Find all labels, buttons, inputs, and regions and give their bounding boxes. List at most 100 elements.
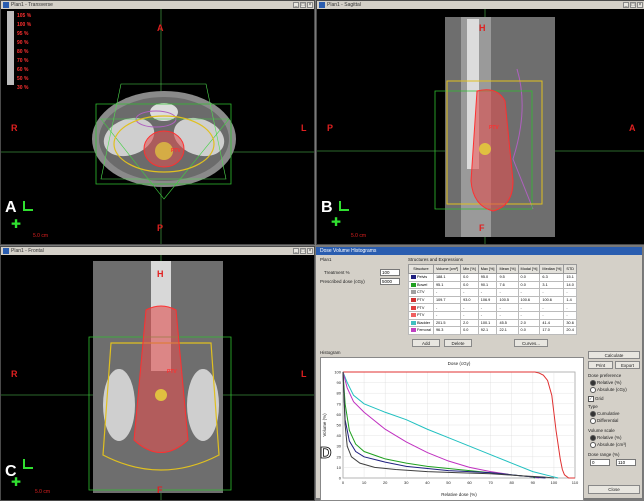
table-row[interactable]: PTV - - - - - - -	[408, 310, 578, 320]
structure-name: CTV	[417, 290, 425, 295]
volume-relative-option[interactable]: Relative (%)	[590, 435, 622, 441]
curves-button[interactable]: Curves...	[514, 339, 548, 347]
table-cell: 100.6	[539, 295, 565, 305]
volume-absolute-option[interactable]: Absolute (cm³)	[590, 442, 626, 448]
patient-orientation-icon: ✚	[11, 217, 22, 231]
transverse-titlebar[interactable]: Plan1 - Transverse _ □ ×	[1, 1, 314, 9]
table-row[interactable]: Bowel 95.1 0.0 90.1 7.6 0.0 3.1 14.0	[408, 280, 578, 290]
table-row[interactable]: PTV - - - - - - -	[408, 303, 578, 312]
close-button[interactable]: Close	[588, 485, 640, 494]
option-label: Absolute (cm³)	[597, 442, 627, 448]
frontal-titlebar[interactable]: Plan1 - Frontal _ □ ×	[1, 247, 314, 255]
isodose-legend-item: 80 %	[17, 49, 29, 55]
table-cell: -	[517, 303, 541, 312]
option-label: Cumulative	[597, 411, 620, 417]
table-row[interactable]: Femoral 96.3 0.0 92.1 22.1 0.0 17.0 20.4	[408, 326, 578, 335]
plan-label: Plan1	[320, 257, 332, 262]
treatment-input[interactable]: 100	[380, 269, 400, 276]
structure-color-swatch	[411, 313, 416, 318]
orientation-head: H	[479, 23, 486, 33]
table-cell: -	[563, 310, 578, 320]
column-header[interactable]: Modal [%]	[517, 264, 541, 274]
scale-label: 5.0 cm	[33, 233, 49, 239]
structure-color-swatch	[411, 298, 416, 303]
dose-absolute-option[interactable]: Absolute (cGy)	[590, 387, 627, 393]
dose-relative-option[interactable]: Relative (%)	[590, 380, 622, 386]
table-row[interactable]: CTV - - - - - - -	[408, 288, 578, 297]
close-icon[interactable]: ×	[637, 2, 643, 8]
print-button[interactable]: Print	[588, 361, 613, 369]
column-header[interactable]: Max [%]	[477, 264, 498, 274]
range-from-input[interactable]: 0	[590, 459, 610, 466]
x-tick-label: 90	[531, 480, 536, 485]
frontal-view[interactable]: Plan1 - Frontal _ □ × H F R L PTV C ✚ 5.0 …	[0, 246, 315, 501]
column-header[interactable]: Structure	[408, 264, 434, 274]
table-row[interactable]: PTV 109.7 93.0 106.9 100.5 100.6 100.6 1.4	[408, 295, 578, 305]
panel-letter-a: A	[5, 199, 17, 216]
dvh-chart[interactable]: 0 10 20 30 40 50 60 70 80 90 100 110010203040506070…	[320, 357, 584, 501]
grid-checkbox[interactable]: ✓ Grid	[588, 396, 604, 402]
table-cell: 92.1	[477, 326, 498, 335]
x-tick-label: 100	[551, 480, 558, 485]
transverse-title: Plan1 - Transverse	[11, 2, 53, 8]
minimize-icon[interactable]: _	[623, 2, 629, 8]
column-header[interactable]: Median [%]	[539, 264, 565, 274]
table-cell: 41.4	[539, 318, 565, 328]
column-header[interactable]: STD	[563, 264, 578, 274]
dvh-titlebar[interactable]: Dose Volume Histograms	[316, 247, 642, 255]
table-cell: 100.1	[477, 318, 498, 328]
table-cell: 20.4	[563, 326, 578, 335]
sagittal-view[interactable]: Plan1 - Sagittal _ □ × H F P A PTV B ✚ 5.0…	[316, 0, 644, 245]
type-label: Type	[588, 404, 598, 409]
maximize-icon[interactable]: □	[300, 2, 306, 8]
table-cell: 109.7	[432, 295, 462, 305]
close-icon[interactable]: ×	[307, 248, 313, 254]
add-button[interactable]: Add	[412, 339, 440, 347]
option-label: Relative (%)	[597, 435, 622, 441]
table-row[interactable]: Bladder 201.5 2.0 100.1 45.5 2.0 41.4 30.6	[408, 318, 578, 328]
type-cumulative-option[interactable]: Cumulative	[590, 411, 620, 417]
table-cell: -	[460, 303, 479, 312]
table-cell: 14.0	[563, 280, 578, 290]
table-cell: 100.6	[517, 295, 541, 305]
sagittal-image[interactable]	[317, 9, 644, 244]
export-button[interactable]: Export	[615, 361, 640, 369]
minimize-icon[interactable]: _	[293, 248, 299, 254]
y-tick-label: 60	[337, 412, 342, 417]
close-icon[interactable]: ×	[307, 2, 313, 8]
table-cell: 106.9	[477, 295, 498, 305]
type-differential-option[interactable]: Differential	[590, 418, 618, 424]
calculate-button[interactable]: Calculate	[588, 351, 640, 359]
prescribed-input[interactable]: 5000	[380, 278, 400, 285]
table-cell: Bladder	[408, 318, 434, 328]
table-row[interactable]: Pelvis 188.1 0.0 95.0 9.5 0.0 6.3 15.1	[408, 273, 578, 282]
table-cell: 1.4	[563, 295, 578, 305]
table-cell: PTV	[408, 310, 434, 320]
maximize-icon[interactable]: □	[630, 2, 636, 8]
frontal-image[interactable]	[1, 255, 314, 500]
structures-table: Structure Volume [cm³] Min [%] Max [%] Mean …	[408, 264, 578, 335]
delete-button[interactable]: Delete	[444, 339, 472, 347]
isodose-legend-item: 60 %	[17, 67, 29, 73]
transverse-image[interactable]	[1, 9, 314, 244]
column-header[interactable]: Volume [cm³]	[432, 264, 462, 274]
table-cell: -	[563, 303, 578, 312]
treatment-label: Treatment %	[324, 270, 350, 275]
x-tick-label: 60	[467, 480, 472, 485]
isodose-legend-bar	[7, 11, 14, 85]
isodose-legend-item: 50 %	[17, 76, 29, 82]
window-icon	[319, 2, 325, 8]
sagittal-titlebar[interactable]: Plan1 - Sagittal _ □ ×	[317, 1, 644, 9]
column-header[interactable]: Min [%]	[460, 264, 479, 274]
transverse-view[interactable]: Plan1 - Transverse _ □ × 105 % 100 % 95 % …	[0, 0, 315, 245]
radio-icon	[590, 411, 596, 417]
maximize-icon[interactable]: □	[300, 248, 306, 254]
table-cell: -	[477, 310, 498, 320]
dvh-window[interactable]: Dose Volume Histograms Plan1 Treatment %…	[315, 246, 643, 501]
range-to-input[interactable]: 110	[616, 459, 636, 466]
table-cell: 45.5	[496, 318, 519, 328]
table-cell: Bowel	[408, 280, 434, 290]
column-header[interactable]: Mean [%]	[496, 264, 519, 274]
structure-name: PTV	[417, 305, 425, 310]
minimize-icon[interactable]: _	[293, 2, 299, 8]
